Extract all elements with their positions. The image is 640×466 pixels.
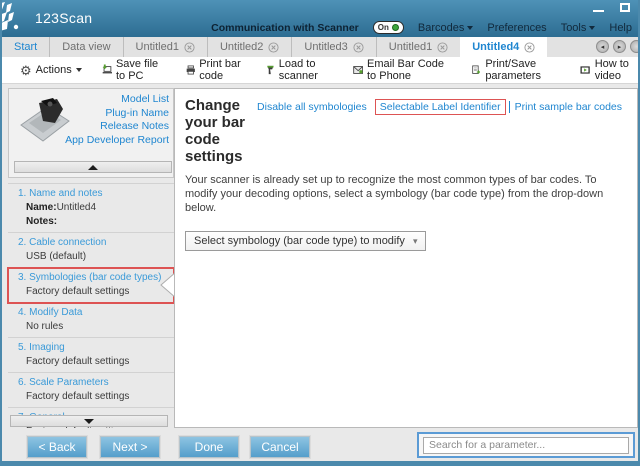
close-icon[interactable]: [437, 42, 448, 53]
gears-icon: ⚙: [20, 64, 32, 77]
maximize-icon[interactable]: [620, 3, 630, 12]
window-controls: [593, 3, 630, 12]
parameter-search-box: [417, 432, 635, 458]
next-button[interactable]: Next >: [100, 436, 160, 458]
tab-scroll-extra-icon[interactable]: [630, 40, 638, 53]
title-bar: 123Scan Communication with Scanner On Ba…: [2, 0, 638, 37]
communication-label: Communication with Scanner: [211, 22, 359, 34]
tab-scroll-right-icon[interactable]: ▸: [613, 40, 626, 53]
cancel-button[interactable]: Cancel: [250, 436, 310, 458]
menu-preferences[interactable]: Preferences: [487, 22, 546, 34]
load-to-scanner-button[interactable]: Load to scanner: [266, 58, 333, 82]
tab-data-view[interactable]: Data view: [49, 37, 122, 57]
tab-untitled1[interactable]: Untitled1: [123, 37, 207, 57]
link-plug-in-name[interactable]: Plug-in Name: [65, 107, 169, 121]
sidebar: Model List Plug-in Name Release Notes Ap…: [4, 88, 174, 428]
tab-scroll-controls: ◂ ▸: [596, 40, 638, 55]
window-bottom-edge: [2, 461, 638, 466]
tab-untitled1-b[interactable]: Untitled1: [376, 37, 460, 57]
main-panel: Change your bar code settings Disable al…: [174, 88, 638, 428]
print-save-parameters-button[interactable]: Print/Save parameters: [472, 58, 560, 82]
link-selectable-label-identifier[interactable]: Selectable Label Identifier: [375, 99, 506, 115]
step-scale-parameters[interactable]: 6. Scale Parameters Factory default sett…: [8, 373, 174, 408]
link-model-list[interactable]: Model List: [65, 93, 169, 107]
step-cable-connection[interactable]: 2. Cable connection USB (default): [8, 233, 174, 268]
tab-start[interactable]: Start: [2, 37, 49, 57]
print-bar-code-button[interactable]: Print bar code: [186, 58, 246, 82]
step-modify-data[interactable]: 4. Modify Data No rules: [8, 303, 174, 338]
close-icon[interactable]: [524, 42, 535, 53]
communication-toggle[interactable]: On: [373, 21, 404, 34]
sidebar-links: Model List Plug-in Name Release Notes Ap…: [65, 93, 169, 147]
toggle-green-dot-icon: [392, 24, 399, 31]
footer-bar: < Back Next > Done Cancel: [2, 428, 638, 461]
select-chevron-icon: ▾: [413, 236, 418, 247]
chevron-down-icon: [467, 26, 473, 30]
sidebar-scroll-down-button[interactable]: [10, 415, 168, 427]
menu-bar: Communication with Scanner On Barcodes P…: [211, 21, 632, 34]
close-icon[interactable]: [268, 42, 279, 53]
chevron-down-icon: [76, 68, 82, 72]
back-button[interactable]: < Back: [27, 436, 87, 458]
save-file-to-pc-button[interactable]: Save file to PC: [102, 58, 166, 82]
tab-untitled3[interactable]: Untitled3: [291, 37, 375, 57]
printer-icon: [186, 63, 196, 77]
symbology-select[interactable]: Select symbology (bar code type) to modi…: [185, 231, 426, 251]
document-icon: [472, 63, 481, 77]
tab-bar: Start Data view Untitled1 Untitled2 Unti…: [2, 37, 638, 57]
toggle-on-label: On: [378, 23, 389, 32]
link-print-sample-bar-codes[interactable]: Print sample bar codes: [509, 101, 627, 113]
video-icon: [580, 64, 590, 76]
toolbar: ⚙ Actions Save file to PC Print bar code: [2, 57, 638, 84]
minimize-icon[interactable]: [593, 10, 604, 12]
app-title: 123Scan: [35, 10, 92, 26]
link-release-notes[interactable]: Release Notes: [65, 120, 169, 134]
brand: 123Scan: [2, 2, 92, 34]
close-icon[interactable]: [353, 42, 364, 53]
search-input[interactable]: [423, 437, 629, 454]
menu-help[interactable]: Help: [609, 22, 632, 34]
header-links: Disable all symbologies Selectable Label…: [252, 99, 627, 115]
main-header: Change your bar code settings Disable al…: [185, 97, 627, 165]
save-to-pc-icon: [102, 63, 112, 77]
step-imaging[interactable]: 5. Imaging Factory default settings: [8, 338, 174, 373]
close-icon[interactable]: [184, 42, 195, 53]
email-bar-code-to-phone-button[interactable]: Email Bar Code to Phone: [353, 58, 453, 82]
app-window: 123Scan Communication with Scanner On Ba…: [0, 0, 640, 466]
tab-untitled4-active[interactable]: Untitled4: [460, 37, 547, 57]
actions-button[interactable]: ⚙ Actions: [20, 64, 82, 77]
done-button[interactable]: Done: [179, 436, 239, 458]
step-symbologies-selected[interactable]: 3. Symbologies (bar code types) Factory …: [8, 268, 174, 303]
zebra-logo-icon: [0, 2, 29, 34]
link-disable-all-symbologies[interactable]: Disable all symbologies: [252, 101, 372, 113]
chevron-down-icon: [589, 26, 595, 30]
link-app-developer-report[interactable]: App Developer Report: [65, 134, 169, 148]
how-to-video-button[interactable]: How to video: [580, 58, 638, 82]
tab-scroll-left-icon[interactable]: ◂: [596, 40, 609, 53]
instructions-text: Your scanner is already set up to recogn…: [185, 173, 625, 215]
scanner-icon: [266, 63, 275, 77]
tab-untitled2[interactable]: Untitled2: [207, 37, 291, 57]
email-icon: [353, 64, 363, 76]
page-title: Change your bar code settings: [185, 97, 252, 165]
step-name-and-notes[interactable]: 1. Name and notes Name:Untitled4 Notes:: [8, 183, 174, 233]
scanner-info-box: Model List Plug-in Name Release Notes Ap…: [8, 88, 174, 178]
scroll-up-icon: [88, 165, 98, 170]
menu-tools[interactable]: Tools: [561, 22, 596, 34]
menu-barcodes[interactable]: Barcodes: [418, 22, 473, 34]
sidebar-scroll-up-button[interactable]: [14, 161, 172, 173]
scroll-down-icon: [84, 419, 94, 424]
